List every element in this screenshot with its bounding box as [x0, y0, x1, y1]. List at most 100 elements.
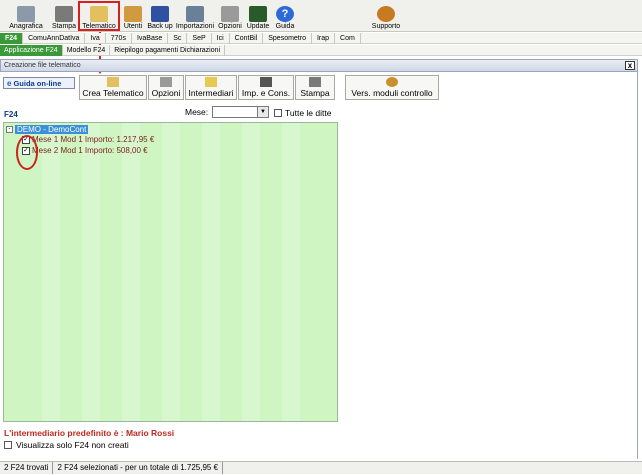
id-card-icon — [17, 6, 35, 22]
main-toolbar: Anagrafica Stampa Telematico Utenti Back… — [0, 0, 642, 32]
button-label: Vers. moduli controllo — [351, 88, 433, 98]
tab-ivabase[interactable]: IvaBase — [132, 33, 169, 44]
column-stripe — [202, 123, 220, 421]
chevron-down-icon[interactable]: ▼ — [257, 107, 268, 117]
monitor-icon — [249, 6, 267, 22]
column-stripe — [42, 123, 60, 421]
printer-icon — [55, 6, 73, 22]
intermediario-label: L'intermediario predefinito è : Mario Ro… — [4, 428, 175, 438]
wrench-icon — [160, 77, 172, 87]
window-title-bar: Creazione file telematico x — [0, 59, 638, 72]
toolbar-button-label: Utenti — [123, 23, 143, 30]
tab-iva[interactable]: Iva — [85, 33, 106, 44]
support-icon — [377, 6, 395, 22]
tutte-le-ditte-label: Tutte le ditte — [285, 108, 332, 118]
visualizza-label: Visualizza solo F24 non creati — [16, 440, 129, 450]
browser-icon: e — [7, 78, 12, 88]
button-label: Opzioni — [151, 88, 181, 98]
column-stripe — [282, 123, 300, 421]
toolbar-update-button[interactable]: Update — [245, 2, 271, 30]
books-icon — [151, 6, 169, 22]
checkbox-icon[interactable] — [4, 441, 12, 449]
tab-sep[interactable]: SeP — [187, 33, 212, 44]
help-icon: ? — [276, 6, 294, 22]
tutte-le-ditte-checkbox[interactable]: Tutte le ditte — [274, 108, 331, 118]
button-label: Intermediari — [188, 88, 234, 98]
close-icon[interactable]: x — [625, 61, 635, 70]
mese-label: Mese: — [185, 107, 209, 117]
visualizza-checkbox[interactable]: Visualizza solo F24 non creati — [4, 440, 129, 450]
guida-online-button[interactable]: e Guida on-line — [3, 77, 75, 89]
mese-select[interactable]: ▼ — [212, 106, 269, 118]
toolbar-opzioni-button[interactable]: Opzioni — [217, 2, 243, 30]
tab-irap[interactable]: Irap — [312, 33, 336, 44]
toolbar-backup-button[interactable]: Back up — [147, 2, 173, 30]
toolbar-utenti-button[interactable]: Utenti — [121, 2, 145, 30]
f24-tree: - DEMO - DemoCont ✓ Mese 1 Mod 1 Importo… — [3, 122, 338, 422]
toolbar-anagrafica-button[interactable]: Anagrafica — [8, 2, 44, 30]
section-label: F24 — [4, 110, 18, 119]
crea-telematico-button[interactable]: Crea Telematico — [79, 75, 147, 100]
tab-sc[interactable]: Sc — [168, 33, 188, 44]
tab-comuanndativa[interactable]: ComuAnnDatIva — [23, 33, 86, 44]
tree-item-label: Mese 2 Mod 1 Importo: 508,00 € — [32, 146, 148, 155]
printer-icon — [309, 77, 321, 87]
tree-item[interactable]: ✓ Mese 2 Mod 1 Importo: 508,00 € — [22, 146, 148, 155]
status-bar: 2 F24 trovati 2 F24 selezionati - per un… — [0, 461, 642, 474]
button-label: Crea Telematico — [82, 88, 144, 98]
toolbar-supporto-button[interactable]: Supporto — [368, 2, 404, 30]
toolbar-button-label: Back up — [147, 23, 173, 30]
calculator-icon — [260, 77, 272, 87]
highlight-oval — [16, 135, 38, 170]
tree-item-label: Mese 1 Mod 1 Importo: 1.217,95 € — [32, 135, 155, 144]
toolbar-guida-button[interactable]: ? Guida — [273, 2, 297, 30]
toolbar-button-label: Importazioni — [175, 23, 215, 30]
tab-riepilogo-pagamenti[interactable]: Riepilogo pagamenti Dichiarazioni — [110, 45, 226, 56]
import-icon — [186, 6, 204, 22]
tab-com[interactable]: Com — [335, 33, 361, 44]
status-found: 2 F24 trovati — [0, 462, 54, 474]
tree-item[interactable]: ✓ Mese 1 Mod 1 Importo: 1.217,95 € — [22, 135, 154, 144]
tab-f24[interactable]: F24 — [0, 33, 24, 44]
intermediari-button[interactable]: Intermediari — [185, 75, 237, 100]
tree-root-node[interactable]: - DEMO - DemoCont — [6, 125, 89, 134]
sub-tabs: Applicazione F24 Modello F24 Riepilogo p… — [0, 45, 642, 56]
pencil-icon — [107, 77, 119, 87]
window-title: Creazione file telematico — [4, 62, 81, 69]
toolbar-stampa-button[interactable]: Stampa — [50, 2, 78, 30]
opzioni-button[interactable]: Opzioni — [148, 75, 184, 100]
folder-icon — [205, 77, 217, 87]
guida-online-label: Guida on-line — [13, 78, 62, 88]
toolbar-button-label: Anagrafica — [9, 23, 43, 30]
tree-root-label[interactable]: DEMO - DemoCont — [15, 125, 89, 134]
tab-770s[interactable]: 770s — [106, 33, 132, 44]
column-stripe — [82, 123, 100, 421]
status-selected: 2 F24 selezionati - per un totale di 1.7… — [53, 462, 224, 474]
window-border — [637, 59, 638, 459]
wrench-icon — [221, 6, 239, 22]
toolbar-button-label: Supporto — [371, 23, 401, 30]
collapse-icon[interactable]: - — [6, 126, 13, 133]
column-stripe — [162, 123, 180, 421]
toolbar-button-label: Opzioni — [218, 23, 242, 30]
highlight-box — [78, 1, 120, 31]
toolbar-importazioni-button[interactable]: Importazioni — [175, 2, 215, 30]
users-icon — [124, 6, 142, 22]
stampa-button[interactable]: Stampa — [295, 75, 335, 100]
tab-ici[interactable]: Ici — [212, 33, 230, 44]
tab-spesometro[interactable]: Spesometro — [263, 33, 312, 44]
toolbar-button-label: Guida — [275, 23, 295, 30]
checkbox-icon[interactable] — [274, 109, 282, 117]
button-label: Imp. e Cons. — [241, 88, 291, 98]
tab-modello-f24[interactable]: Modello F24 — [63, 45, 111, 56]
column-stripe — [122, 123, 140, 421]
tab-contbil[interactable]: ContBil — [230, 33, 264, 44]
main-tabs: F24 ComuAnnDatIva Iva 770s IvaBase Sc Se… — [0, 33, 642, 44]
vers-moduli-controllo-button[interactable]: Vers. moduli controllo — [345, 75, 439, 100]
imp-cons-button[interactable]: Imp. e Cons. — [238, 75, 294, 100]
button-label: Stampa — [300, 88, 330, 98]
toolbar-button-label: Stampa — [51, 23, 77, 30]
magnifier-icon — [386, 77, 398, 87]
tab-applicazione-f24[interactable]: Applicazione F24 — [0, 45, 63, 56]
column-stripe — [242, 123, 260, 421]
